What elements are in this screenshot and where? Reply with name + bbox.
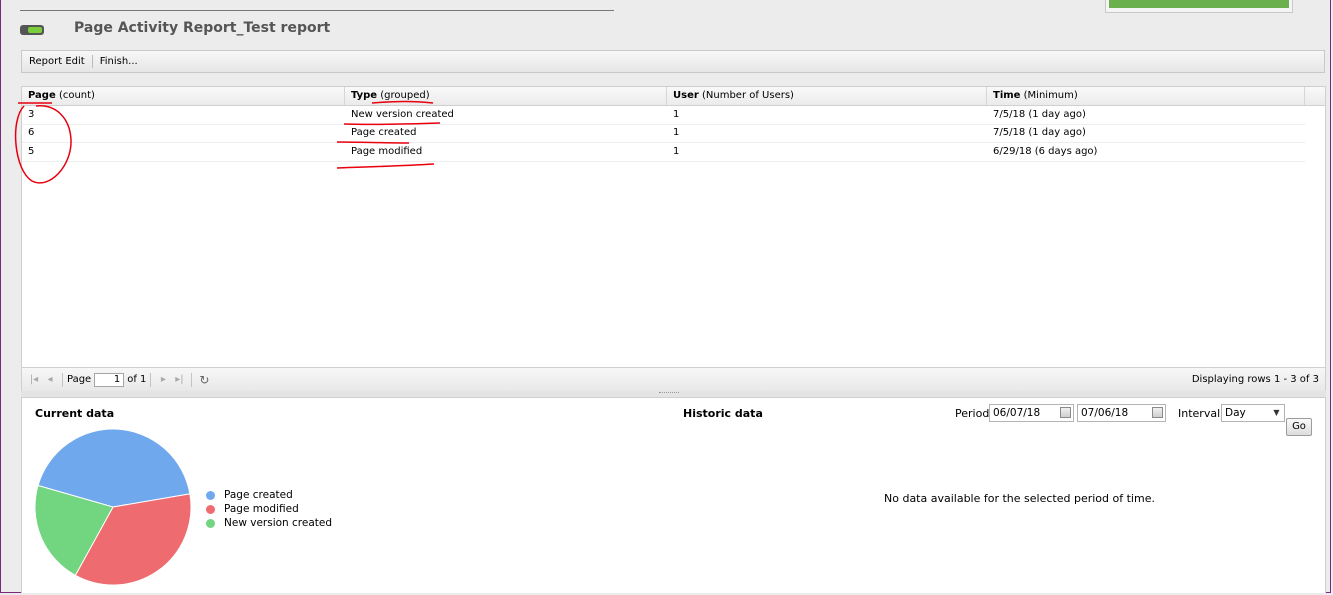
status-widget-bar [1109,0,1289,8]
pager-separator [62,372,63,387]
cell-page: 6 [28,127,35,138]
finish-button[interactable]: Finish... [97,56,141,67]
interval-label: Interval [1178,407,1221,420]
cell-type: New version created [351,109,454,120]
column-header-sub: (Number of Users) [701,90,794,101]
toolbar-separator [91,55,93,68]
chevron-down-icon: ▼ [1273,408,1280,417]
cell-time: 7/5/18 (1 day ago) [993,127,1086,138]
top-divider [20,10,614,11]
cell-user: 1 [673,109,680,120]
go-button[interactable]: Go [1286,418,1312,436]
interval-value: Day [1225,407,1246,419]
column-header-label: Time [993,90,1021,101]
prev-page-icon[interactable]: ◂ [42,374,58,385]
legend-swatch [206,490,215,500]
legend-label: Page modified [224,503,299,515]
first-page-icon[interactable]: |◂ [26,374,42,385]
period-from-input[interactable]: 06/07/18 [989,404,1074,422]
calendar-icon[interactable] [1060,407,1071,418]
legend-item[interactable]: Page created [206,488,332,502]
page-number-input[interactable] [94,372,125,387]
refresh-icon[interactable]: ↻ [196,373,212,387]
cell-user: 1 [673,127,680,138]
page-title: Page Activity Report_Test report [74,20,331,36]
status-widget [1105,0,1293,13]
legend-label: Page created [224,489,293,501]
pager-separator [191,372,193,387]
table-row[interactable]: 3 New version created 1 7/5/18 (1 day ag… [22,106,1305,125]
column-header-sub: (Minimum) [1023,90,1078,101]
column-header-label: Type [351,90,378,101]
period-to-value: 07/06/18 [1081,407,1129,419]
pager-separator [150,372,152,387]
cell-page: 5 [28,146,35,157]
table-row[interactable]: 6 Page created 1 7/5/18 (1 day ago) [22,124,1305,143]
legend-swatch [206,504,215,514]
last-page-icon[interactable]: ▸| [171,374,187,385]
current-data-title: Current data [35,407,115,420]
charts-panel: Current data Page created Page modified … [21,397,1326,593]
report-grid: Page (count) Type (grouped) User (Number… [21,86,1326,391]
report-toolbar: Report Edit Finish... [21,50,1325,73]
pie-legend: Page created Page modified New version c… [206,488,332,530]
pie-chart [34,428,192,586]
next-page-icon[interactable]: ▸ [155,374,171,385]
legend-label: New version created [224,517,333,529]
page-label: Page [67,374,92,385]
cell-user: 1 [673,146,680,157]
interval-select[interactable]: Day ▼ [1221,404,1285,422]
cell-time: 6/29/18 (6 days ago) [993,146,1098,157]
legend-item[interactable]: Page modified [206,502,332,516]
period-to-input[interactable]: 07/06/18 [1077,404,1166,422]
legend-item[interactable]: New version created [206,516,332,530]
cell-type: Page created [351,127,417,138]
period-from-value: 06/07/18 [993,407,1041,419]
calendar-icon[interactable] [1152,407,1163,418]
report-edit-button[interactable]: Report Edit [26,56,88,67]
page-of-label: of 1 [127,374,147,385]
pager-status: Displaying rows 1 - 3 of 3 [1191,374,1319,385]
column-header-label: User [673,90,699,101]
grid-header: Page (count) Type (grouped) User (Number… [22,87,1325,106]
pagination-bar: |◂ ◂ Page of 1 ▸ ▸| ↻ Displaying rows 1 … [22,367,1325,391]
historic-data-title: Historic data [683,407,763,420]
column-header-label: Page [28,90,56,101]
column-header-type[interactable]: Type (grouped) [345,87,667,105]
cell-page: 3 [28,109,35,120]
toggle-icon[interactable] [20,25,44,35]
column-header-user[interactable]: User (Number of Users) [667,87,987,105]
cell-type: Page modified [351,146,423,157]
splitter-grip [659,392,679,396]
column-header-page[interactable]: Page (count) [22,87,345,105]
column-header-sub: (count) [58,90,95,101]
table-row[interactable]: 5 Page modified 1 6/29/18 (6 days ago) [22,143,1305,162]
period-label: Period [955,407,990,420]
no-data-message: No data available for the selected perio… [884,492,1155,505]
cell-time: 7/5/18 (1 day ago) [993,109,1086,120]
legend-swatch [206,518,215,528]
column-header-time[interactable]: Time (Minimum) [987,87,1305,105]
column-header-sub: (grouped) [380,90,430,101]
